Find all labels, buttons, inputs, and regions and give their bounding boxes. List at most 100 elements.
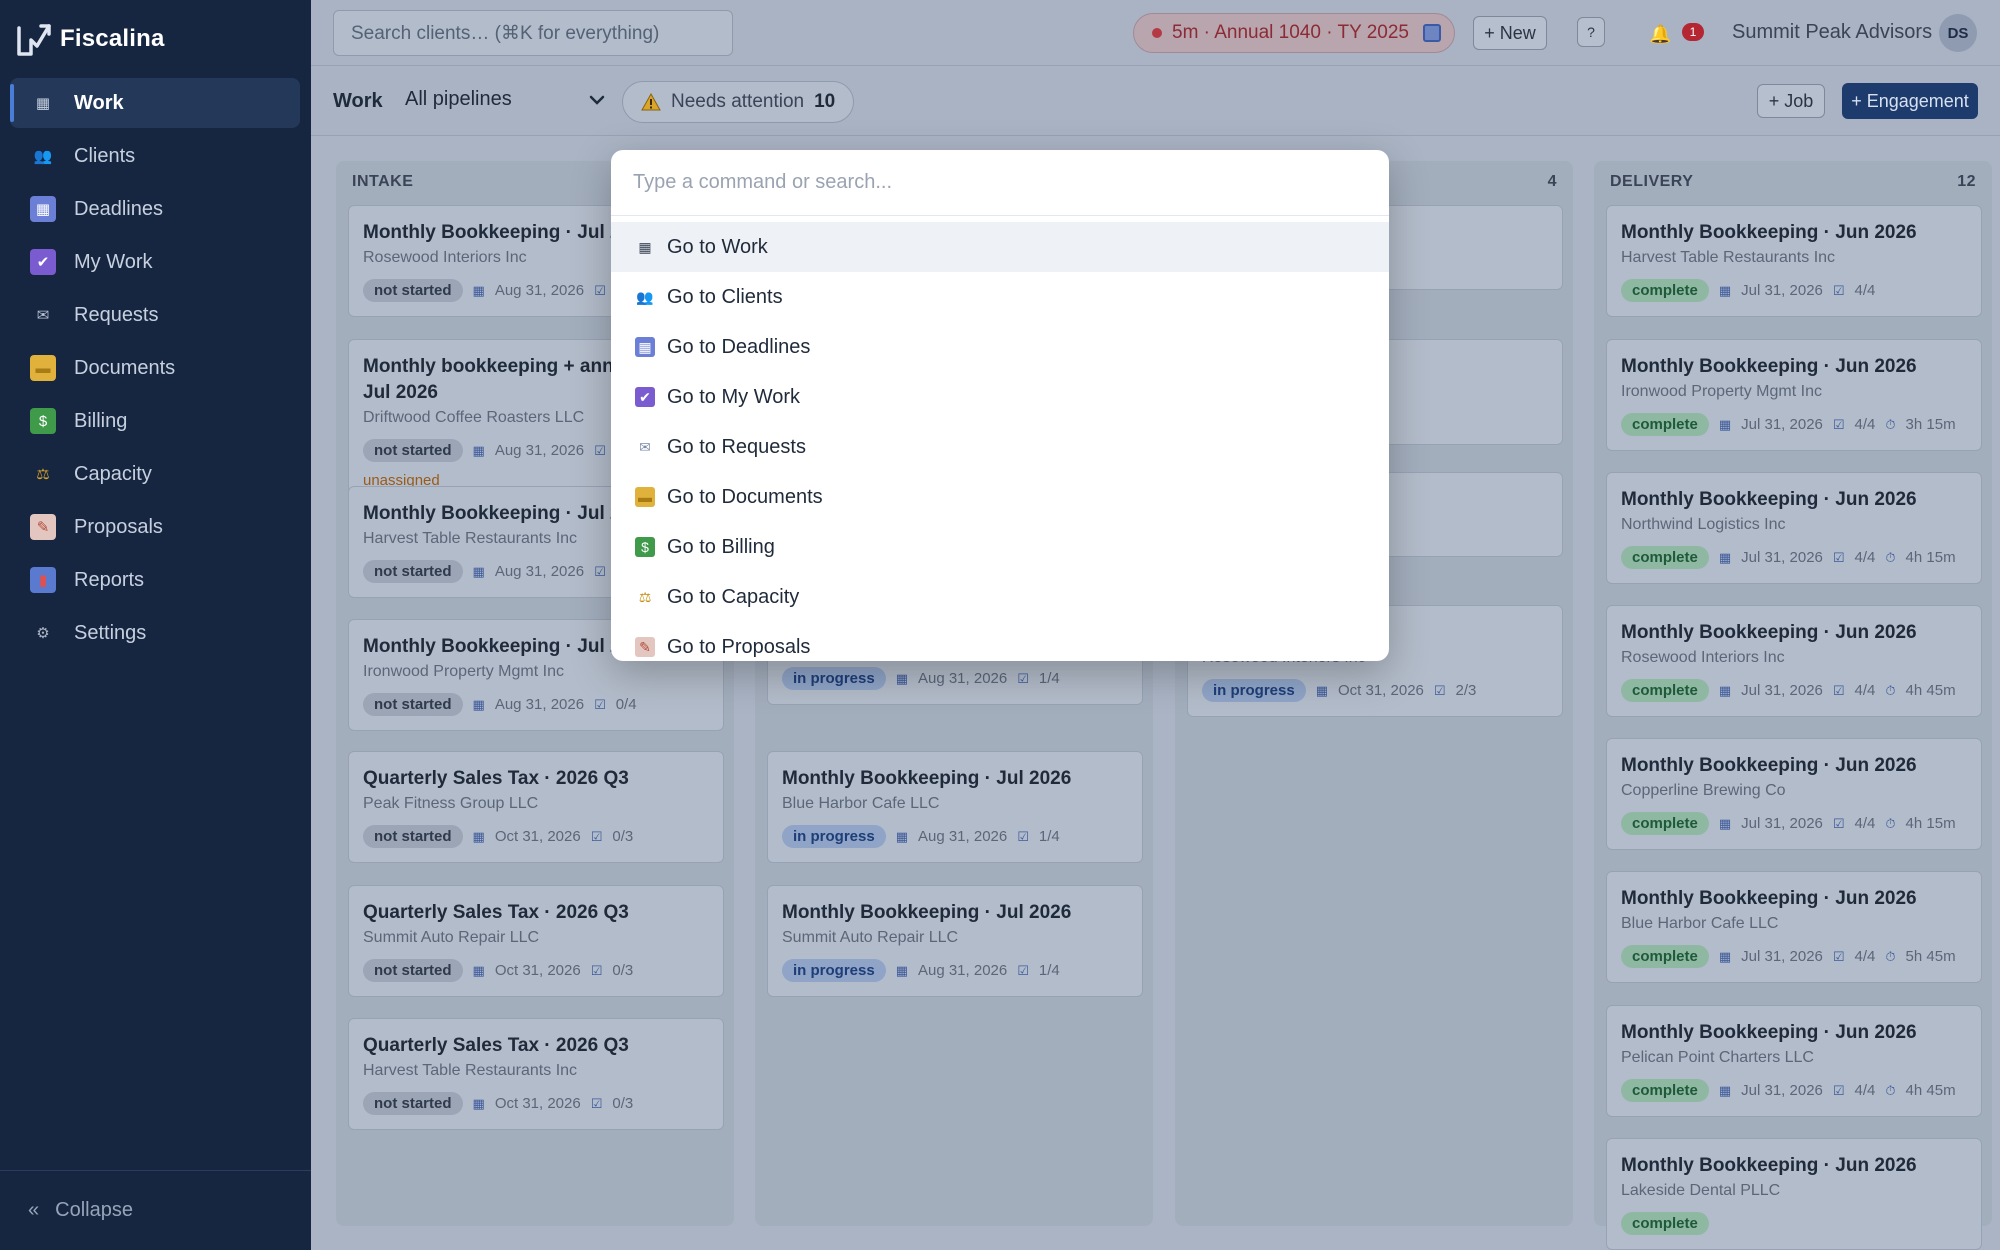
job-title: Monthly Bookkeeping · Jun 2026 xyxy=(1621,489,1917,510)
calendar-icon: ▦ xyxy=(1718,416,1732,432)
task-progress: 4/4 xyxy=(1854,416,1876,433)
command-go-to-my-work[interactable]: ✔ Go to My Work xyxy=(611,372,1389,422)
client-name: Ironwood Property Mgmt Inc xyxy=(1621,383,1822,400)
card-meta: complete ▦ Jul 31, 2026 ☑ 4/4 ⏱ 3h 15m xyxy=(1621,413,1967,436)
folder-icon: ▬ xyxy=(30,355,56,381)
sidebar-item-billing[interactable]: $ Billing xyxy=(10,396,300,446)
command-go-to-requests[interactable]: ✉ Go to Requests xyxy=(611,422,1389,472)
checkbox-icon: ☑ xyxy=(1017,828,1029,844)
job-card[interactable]: Monthly Bookkeeping · Jun 2026 Northwind … xyxy=(1606,472,1982,584)
command-go-to-proposals[interactable]: ✎ Go to Proposals xyxy=(611,622,1389,661)
help-button[interactable]: ? xyxy=(1577,17,1605,47)
command-go-to-work[interactable]: ▦ Go to Work xyxy=(611,222,1389,272)
status-badge: not started xyxy=(363,439,463,462)
time-logged: 4h 45m xyxy=(1905,1082,1956,1099)
scales-icon: ⚖ xyxy=(638,588,652,605)
avatar[interactable]: DS xyxy=(1939,14,1977,52)
bell-icon[interactable]: 🔔 xyxy=(1649,24,1671,45)
page-title: Work xyxy=(333,90,383,112)
sidebar-item-requests[interactable]: ✉ Requests xyxy=(10,290,300,340)
client-name: Peak Fitness Group LLC xyxy=(363,795,539,812)
active-timer[interactable]: 5m · Annual 1040 · TY 2025 xyxy=(1133,13,1455,53)
timer-label: 5m · Annual 1040 · TY 2025 xyxy=(1172,22,1409,43)
status-badge: complete xyxy=(1621,279,1709,302)
sidebar-item-reports[interactable]: ▮ Reports xyxy=(10,555,300,605)
gear-icon: ⚙ xyxy=(36,625,50,642)
memo-icon: ✎ xyxy=(635,637,655,657)
job-title: Quarterly Sales Tax · 2026 Q3 xyxy=(363,1035,629,1056)
time-logged: 4h 15m xyxy=(1905,549,1956,566)
sidebar-item-capacity[interactable]: ⚖ Capacity xyxy=(10,449,300,499)
due-date: Aug 31, 2026 xyxy=(494,696,585,713)
calendar-icon: ▦ xyxy=(472,442,485,458)
due-date: Jul 31, 2026 xyxy=(1741,815,1823,832)
checkbox-icon: ☑ xyxy=(594,282,606,298)
app-logo[interactable]: Fiscalina xyxy=(16,18,165,60)
task-progress: 0/3 xyxy=(612,1095,634,1112)
sidebar-item-documents[interactable]: ▬ Documents xyxy=(10,343,300,393)
column-header: DELIVERY 12 xyxy=(1610,173,1976,191)
command-label: Go to Requests xyxy=(667,435,806,458)
job-card[interactable]: Monthly Bookkeeping · Jun 2026 Rosewood I… xyxy=(1606,605,1982,717)
checkbox-icon: ☑ xyxy=(1017,962,1029,978)
job-card[interactable]: Monthly Bookkeeping · Jul 2026 Blue Harbo… xyxy=(767,751,1143,863)
memo-icon: ✎ xyxy=(30,514,56,540)
sidebar-item-label: Reports xyxy=(74,568,145,591)
org-name[interactable]: Summit Peak Advisors xyxy=(1732,21,1932,44)
add-engagement-button[interactable]: + Engagement xyxy=(1842,83,1978,119)
task-progress: 1/4 xyxy=(1038,962,1060,979)
job-card[interactable]: Monthly Bookkeeping · Jul 2026 Summit Aut… xyxy=(767,885,1143,997)
new-button[interactable]: + New xyxy=(1473,16,1547,50)
pipeline-select[interactable]: All pipelines xyxy=(405,88,605,112)
job-card[interactable]: Quarterly Sales Tax · 2026 Q3 Summit Auto… xyxy=(348,885,724,997)
command-input[interactable]: Type a command or search... xyxy=(611,150,1389,216)
job-card[interactable]: Monthly Bookkeeping · Jun 2026 Blue Harbo… xyxy=(1606,871,1982,983)
collapse-button[interactable]: « Collapse xyxy=(0,1170,311,1250)
job-card[interactable]: Monthly Bookkeeping · Jun 2026 Lakeside D… xyxy=(1606,1138,1982,1250)
folder-icon: ▬ xyxy=(635,487,655,507)
due-date: Aug 31, 2026 xyxy=(917,962,1008,979)
task-progress: 4/4 xyxy=(1854,1082,1876,1099)
job-card[interactable]: Monthly Bookkeeping · Jun 2026 Harvest Ta… xyxy=(1606,205,1982,317)
due-date: Jul 31, 2026 xyxy=(1741,282,1823,299)
task-progress: 4/4 xyxy=(1854,549,1876,566)
command-go-to-deadlines[interactable]: ▦ Go to Deadlines xyxy=(611,322,1389,372)
command-go-to-capacity[interactable]: ⚖ Go to Capacity xyxy=(611,572,1389,622)
job-card[interactable]: Monthly Bookkeeping · Jun 2026 Pelican Po… xyxy=(1606,1005,1982,1117)
job-card[interactable]: Monthly Bookkeeping · Jun 2026 Copperline… xyxy=(1606,738,1982,850)
calendar-icon: ▦ xyxy=(1718,1082,1732,1098)
status-badge: in progress xyxy=(782,667,886,690)
job-title: Monthly Bookkeeping · Jun 2026 xyxy=(1621,1155,1917,1176)
sidebar-item-settings[interactable]: ⚙ Settings xyxy=(10,608,300,658)
command-go-to-billing[interactable]: $ Go to Billing xyxy=(611,522,1389,572)
command-label: Go to My Work xyxy=(667,385,800,408)
task-progress: 4/4 xyxy=(1854,282,1876,299)
topbar: Search clients… (⌘K for everything) 5m ·… xyxy=(311,0,2000,66)
time-logged: 3h 15m xyxy=(1905,416,1956,433)
sidebar-item-my-work[interactable]: ✔ My Work xyxy=(10,237,300,287)
client-name: Northwind Logistics Inc xyxy=(1621,516,1786,533)
command-go-to-documents[interactable]: ▬ Go to Documents xyxy=(611,472,1389,522)
sidebar-item-deadlines[interactable]: ▦ Deadlines xyxy=(10,184,300,234)
job-card[interactable]: Quarterly Sales Tax · 2026 Q3 Peak Fitnes… xyxy=(348,751,724,863)
status-badge: not started xyxy=(363,959,463,982)
sidebar-item-work[interactable]: ▦ Work xyxy=(10,78,300,128)
sidebar: Fiscalina ▦ Work 👥 Clients ▦ Deadlines ✔ My Wor… xyxy=(0,0,311,1250)
due-date: Aug 31, 2026 xyxy=(917,828,1008,845)
stop-icon[interactable] xyxy=(1422,24,1441,42)
add-job-button[interactable]: + Job xyxy=(1757,84,1825,118)
command-go-to-clients[interactable]: 👥 Go to Clients xyxy=(611,272,1389,322)
checkbox-icon: ☑ xyxy=(1832,948,1845,964)
column-count: 4 xyxy=(1547,173,1557,190)
search-input[interactable]: Search clients… (⌘K for everything) xyxy=(333,10,733,56)
needs-attention-filter[interactable]: Needs attention 10 xyxy=(622,81,854,123)
status-badge: complete xyxy=(1621,413,1709,436)
job-card[interactable]: Quarterly Sales Tax · 2026 Q3 Harvest Tab… xyxy=(348,1018,724,1130)
sidebar-item-proposals[interactable]: ✎ Proposals xyxy=(10,502,300,552)
status-badge: not started xyxy=(363,693,463,716)
sidebar-item-clients[interactable]: 👥 Clients xyxy=(10,131,300,181)
notification-badge: 1 xyxy=(1682,23,1704,41)
checkbox-icon: ☑ xyxy=(1433,682,1446,698)
people-icon: 👥 xyxy=(636,288,654,305)
job-card[interactable]: Monthly Bookkeeping · Jun 2026 Ironwood P… xyxy=(1606,339,1982,451)
